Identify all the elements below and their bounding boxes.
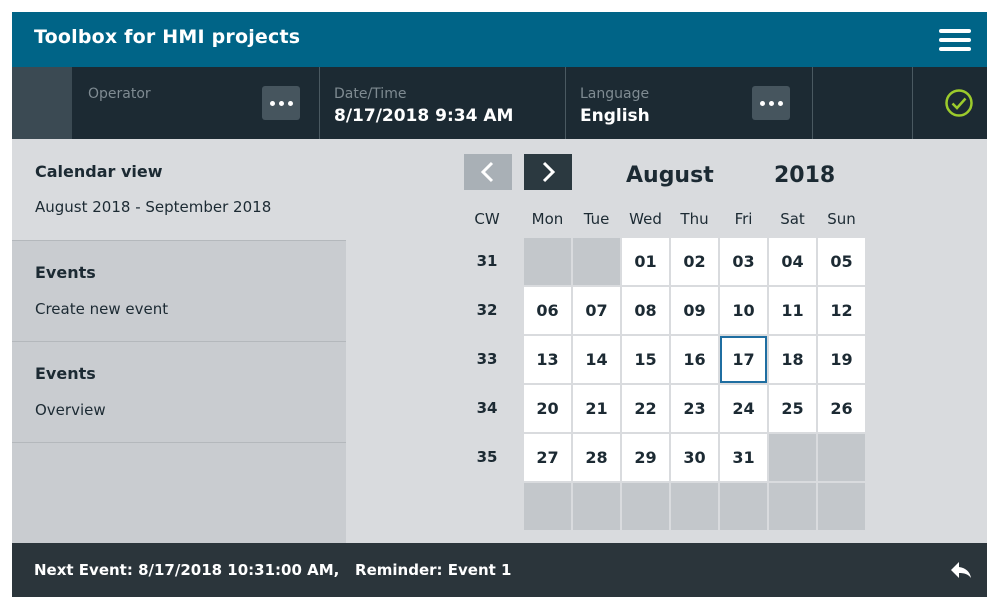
calendar-day[interactable]: 21 xyxy=(573,385,620,432)
app-title: Toolbox for HMI projects xyxy=(34,26,301,48)
language-more-button[interactable] xyxy=(752,86,790,120)
check-circle-icon[interactable] xyxy=(944,88,974,118)
next-month-button[interactable] xyxy=(524,154,572,190)
reply-icon[interactable] xyxy=(949,560,973,580)
calendar-empty-cell xyxy=(622,483,669,530)
hamburger-menu-icon[interactable] xyxy=(939,29,973,51)
datetime-value: 8/17/2018 9:34 AM xyxy=(334,106,514,126)
calendar-day[interactable]: 05 xyxy=(818,238,865,285)
calendar-empty-cell xyxy=(524,238,571,285)
next-event-info: Next Event: 8/17/2018 10:31:00 AM, Remin… xyxy=(34,561,512,579)
status-divider xyxy=(319,67,320,139)
calendar-month: August xyxy=(626,163,714,188)
cw-header: CW xyxy=(474,210,500,228)
calendar-empty-cell xyxy=(524,483,571,530)
weekday-header: Wed xyxy=(629,210,662,228)
calendar-empty-cell xyxy=(671,483,718,530)
calendar-week-number: 33 xyxy=(476,350,498,368)
calendar-year: 2018 xyxy=(774,163,836,188)
status-divider xyxy=(912,67,913,139)
calendar-day[interactable]: 22 xyxy=(622,385,669,432)
status-bar: Operator Date/Time 8/17/2018 9:34 AM Lan… xyxy=(12,67,987,139)
weekday-header: Mon xyxy=(531,210,564,228)
calendar-day[interactable]: 19 xyxy=(818,336,865,383)
calendar-day[interactable]: 07 xyxy=(573,287,620,334)
calendar-empty-cell xyxy=(720,483,767,530)
nav-item-title: Events xyxy=(35,364,96,383)
calendar-empty-cell xyxy=(573,483,620,530)
calendar-empty-cell xyxy=(769,483,816,530)
calendar-day[interactable]: 26 xyxy=(818,385,865,432)
weekday-header: Tue xyxy=(583,210,610,228)
weekday-header: Sat xyxy=(780,210,805,228)
calendar-day[interactable]: 16 xyxy=(671,336,718,383)
nav-item-subtitle: Create new event xyxy=(35,300,169,318)
calendar-day[interactable]: 30 xyxy=(671,434,718,481)
calendar-empty-cell xyxy=(818,483,865,530)
status-divider xyxy=(565,67,566,139)
calendar-view-title: Calendar view xyxy=(35,162,163,181)
hmi-screen: Toolbox for HMI projects Operator Date/T… xyxy=(12,12,987,597)
nav-item-events-overview[interactable]: Events Overview xyxy=(12,341,346,443)
calendar-day[interactable]: 29 xyxy=(622,434,669,481)
calendar-day[interactable]: 23 xyxy=(671,385,718,432)
datetime-label: Date/Time xyxy=(334,86,407,102)
calendar-day[interactable]: 18 xyxy=(769,336,816,383)
calendar-day[interactable]: 28 xyxy=(573,434,620,481)
calendar-empty-cell xyxy=(573,238,620,285)
nav-item-title: Events xyxy=(35,263,96,282)
operator-more-button[interactable] xyxy=(262,86,300,120)
calendar-day[interactable]: 10 xyxy=(720,287,767,334)
nav-item-subtitle: Overview xyxy=(35,401,106,419)
calendar-day[interactable]: 02 xyxy=(671,238,718,285)
calendar-day[interactable]: 15 xyxy=(622,336,669,383)
calendar-day[interactable]: 04 xyxy=(769,238,816,285)
weekday-header: Fri xyxy=(734,210,753,228)
calendar-week-number: 34 xyxy=(476,399,498,417)
calendar-day[interactable]: 03 xyxy=(720,238,767,285)
nav-item-create-event[interactable]: Events Create new event xyxy=(12,240,346,342)
calendar-day[interactable]: 08 xyxy=(622,287,669,334)
calendar-day[interactable]: 24 xyxy=(720,385,767,432)
weekday-header: Thu xyxy=(680,210,709,228)
calendar-day[interactable]: 11 xyxy=(769,287,816,334)
calendar-day[interactable]: 12 xyxy=(818,287,865,334)
status-stub xyxy=(12,67,72,139)
calendar-day[interactable]: 09 xyxy=(671,287,718,334)
status-divider xyxy=(812,67,813,139)
calendar-day[interactable]: 31 xyxy=(720,434,767,481)
calendar-day-selected[interactable]: 17 xyxy=(720,336,767,383)
calendar-day[interactable]: 13 xyxy=(524,336,571,383)
calendar-day[interactable]: 06 xyxy=(524,287,571,334)
calendar-empty-cell xyxy=(818,434,865,481)
calendar-week-number: 32 xyxy=(476,301,498,319)
chevron-right-icon xyxy=(542,161,556,183)
calendar-week-number: 35 xyxy=(476,448,498,466)
chevron-left-icon xyxy=(480,161,494,183)
nav-item-empty xyxy=(12,442,346,544)
language-label: Language xyxy=(580,86,650,102)
footer-bar: Next Event: 8/17/2018 10:31:00 AM, Remin… xyxy=(12,543,987,597)
calendar-week-number: 31 xyxy=(476,252,498,270)
side-panel: Calendar view August 2018 - September 20… xyxy=(12,139,346,544)
calendar-day[interactable]: 25 xyxy=(769,385,816,432)
calendar-day[interactable]: 20 xyxy=(524,385,571,432)
previous-month-button[interactable] xyxy=(464,154,512,190)
calendar-day[interactable]: 01 xyxy=(622,238,669,285)
operator-label: Operator xyxy=(88,86,151,102)
title-bar: Toolbox for HMI projects xyxy=(12,12,987,67)
calendar-view-range: August 2018 - September 2018 xyxy=(35,198,272,216)
language-value: English xyxy=(580,106,650,126)
calendar-empty-cell xyxy=(769,434,816,481)
calendar-day[interactable]: 27 xyxy=(524,434,571,481)
weekday-header: Sun xyxy=(827,210,856,228)
calendar-day[interactable]: 14 xyxy=(573,336,620,383)
